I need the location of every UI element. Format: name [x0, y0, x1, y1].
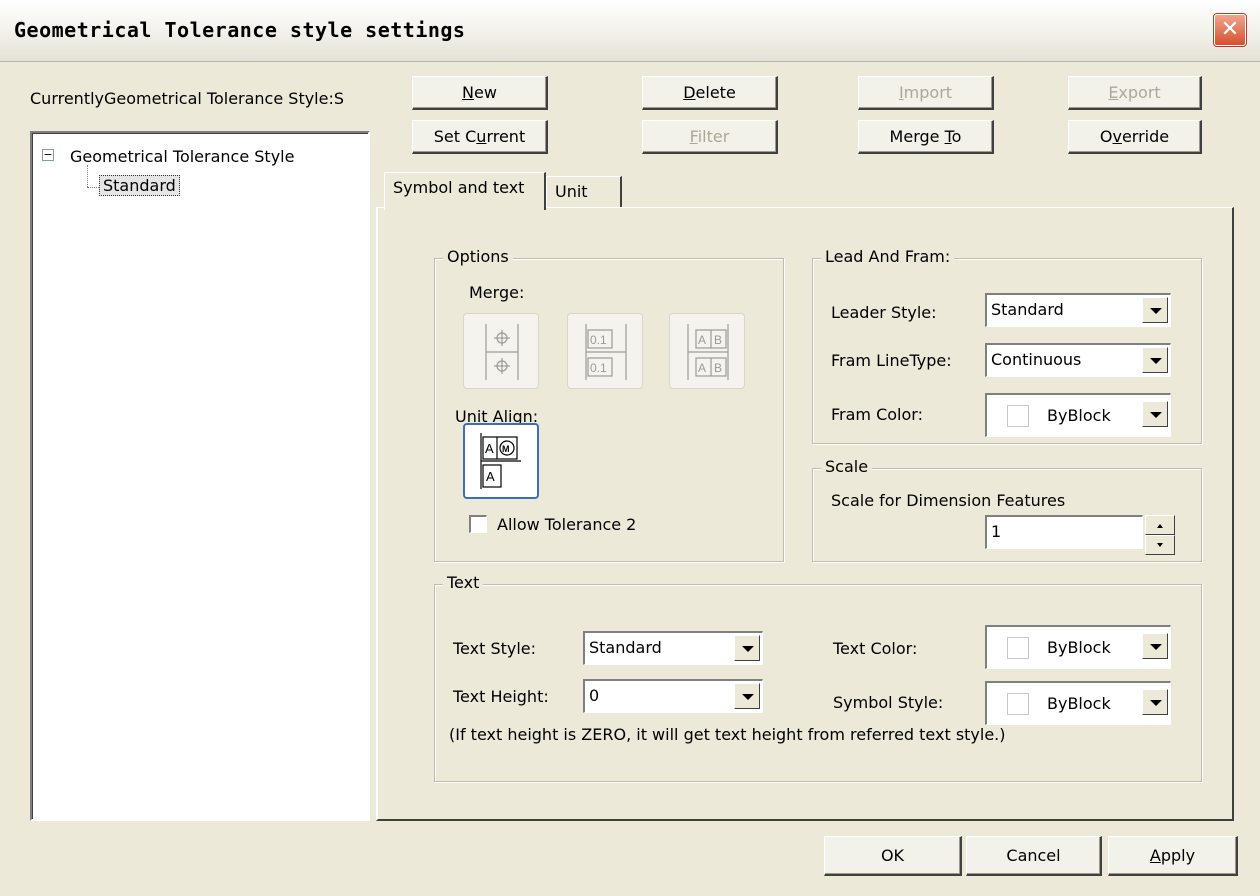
- leader-style-select[interactable]: Standard: [985, 293, 1171, 327]
- merge-to-button[interactable]: Merge To: [858, 120, 994, 154]
- tree-root-item[interactable]: Geometrical Tolerance Style: [70, 147, 294, 166]
- title-bar: Geometrical Tolerance style settings ✕: [0, 0, 1260, 62]
- import-button[interactable]: Import: [858, 76, 994, 110]
- scale-legend: Scale: [821, 457, 873, 476]
- chevron-down-icon[interactable]: [1142, 347, 1168, 373]
- delete-button[interactable]: Delete: [642, 76, 778, 110]
- tree-collapse-icon[interactable]: −: [42, 149, 54, 161]
- unit-align-button[interactable]: A M A: [463, 423, 539, 499]
- scale-spinner[interactable]: [1145, 515, 1175, 555]
- set-current-button[interactable]: Set Current: [412, 120, 548, 154]
- close-button[interactable]: ✕: [1213, 13, 1247, 47]
- scale-input[interactable]: 1: [985, 515, 1143, 549]
- merge-datum-button[interactable]: A B A B: [669, 313, 745, 389]
- scale-group: Scale Scale for Dimension Features 1: [812, 457, 1202, 562]
- new-button[interactable]: New: [412, 76, 548, 110]
- svg-text:B: B: [714, 361, 722, 375]
- color-swatch: [1007, 405, 1029, 427]
- merge-value-button[interactable]: 0.1 0.1: [567, 313, 643, 389]
- chevron-down-icon[interactable]: [1142, 633, 1168, 659]
- fram-color-select[interactable]: ByBlock: [985, 393, 1171, 437]
- color-swatch: [1007, 637, 1029, 659]
- chevron-down-icon[interactable]: [734, 683, 760, 709]
- merge-value-icon: 0.1 0.1: [585, 324, 627, 380]
- color-swatch: [1007, 693, 1029, 715]
- spin-up-button[interactable]: [1145, 515, 1175, 535]
- svg-text:M: M: [502, 444, 510, 454]
- lead-legend: Lead And Fram:: [821, 247, 955, 266]
- svg-text:B: B: [714, 333, 722, 347]
- fram-color-label: Fram Color:: [831, 405, 923, 424]
- merge-label: Merge:: [469, 283, 525, 302]
- ok-button[interactable]: OK: [824, 836, 962, 876]
- tree-item-standard[interactable]: Standard: [99, 175, 180, 196]
- chevron-down-icon[interactable]: [1142, 297, 1168, 323]
- svg-text:0.1: 0.1: [590, 333, 607, 347]
- merge-symbol-button[interactable]: [463, 313, 539, 389]
- style-tree[interactable]: − Geometrical Tolerance Style Standard: [30, 131, 370, 821]
- filter-button[interactable]: Filter: [642, 120, 778, 154]
- fram-linetype-select[interactable]: Continuous: [985, 343, 1171, 377]
- allow-tolerance-2-label: Allow Tolerance 2: [497, 515, 637, 534]
- tree-connector: [87, 165, 88, 187]
- cancel-button[interactable]: Cancel: [966, 836, 1102, 876]
- options-group: Options Merge: 0.1 0.1 A B A B Unit Alig…: [434, 247, 784, 562]
- apply-button[interactable]: Apply: [1108, 836, 1238, 876]
- text-height-select[interactable]: 0: [583, 679, 763, 713]
- svg-text:A: A: [698, 333, 706, 347]
- text-style-label: Text Style:: [453, 639, 537, 658]
- text-group: Text Text Style: Standard Text Height: 0…: [434, 573, 1202, 782]
- caret-down-icon: [1157, 543, 1163, 547]
- svg-text:0.1: 0.1: [590, 361, 607, 375]
- allow-tolerance-2-checkbox[interactable]: [469, 515, 487, 533]
- scale-features-label: Scale for Dimension Features: [831, 491, 1066, 510]
- override-button[interactable]: Override: [1068, 120, 1202, 154]
- text-height-label: Text Height:: [453, 687, 549, 706]
- merge-symbol-icon: [485, 324, 519, 380]
- text-color-select[interactable]: ByBlock: [985, 625, 1171, 669]
- unit-align-icon: A M A: [480, 433, 521, 489]
- svg-text:A: A: [486, 469, 495, 484]
- tab-symbol-and-text[interactable]: Symbol and text: [384, 172, 546, 210]
- lead-and-fram-group: Lead And Fram: Leader Style: Standard Fr…: [812, 247, 1202, 444]
- leader-style-label: Leader Style:: [831, 303, 937, 322]
- text-color-label: Text Color:: [833, 639, 918, 658]
- tree-connector: [87, 187, 99, 188]
- text-legend: Text: [443, 573, 484, 592]
- chevron-down-icon[interactable]: [734, 635, 760, 661]
- export-button[interactable]: Export: [1068, 76, 1202, 110]
- fram-linetype-label: Fram LineType:: [831, 351, 952, 370]
- spin-down-button[interactable]: [1145, 535, 1175, 555]
- caret-up-icon: [1157, 524, 1163, 528]
- svg-text:A: A: [698, 361, 706, 375]
- close-icon: ✕: [1220, 17, 1240, 42]
- text-height-note: (If text height is ZERO, it will get tex…: [449, 725, 1006, 744]
- svg-text:A: A: [485, 441, 494, 456]
- symbol-style-label: Symbol Style:: [833, 693, 944, 712]
- merge-datum-icon: A B A B: [687, 324, 729, 380]
- symbol-style-select[interactable]: ByBlock: [985, 681, 1171, 725]
- chevron-down-icon[interactable]: [1142, 401, 1168, 427]
- text-style-select[interactable]: Standard: [583, 631, 763, 665]
- current-style-label: CurrentlyGeometrical Tolerance Style:S: [30, 89, 345, 108]
- chevron-down-icon[interactable]: [1142, 689, 1168, 715]
- options-legend: Options: [443, 247, 513, 266]
- tab-unit[interactable]: Unit: [546, 176, 622, 210]
- window-title: Geometrical Tolerance style settings: [14, 18, 466, 42]
